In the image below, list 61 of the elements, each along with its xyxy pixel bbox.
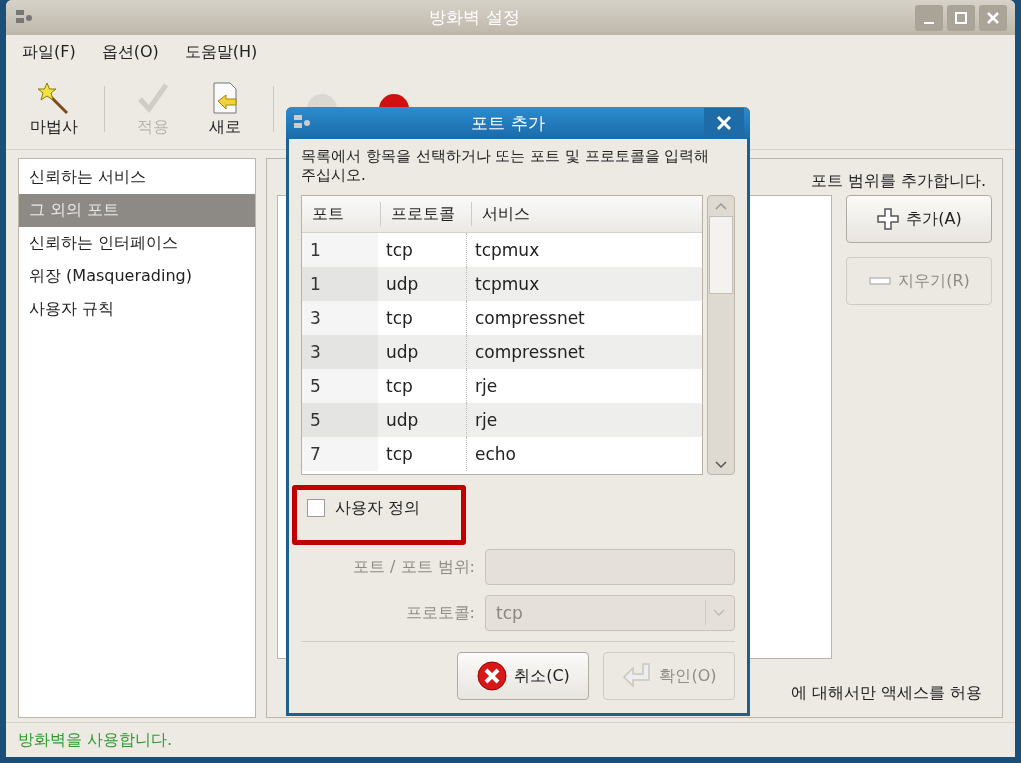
table-cell-text: echo	[474, 443, 517, 466]
wizard-tool[interactable]: 마법사	[20, 76, 88, 142]
magic-wand-icon	[37, 80, 71, 115]
table-row[interactable]: 1 udp tcpmux	[302, 267, 702, 301]
column-header[interactable]: 포트	[302, 202, 381, 226]
close-icon	[716, 115, 732, 131]
table-row[interactable]: 3 udp compressnet	[302, 335, 702, 369]
maximize-icon	[954, 10, 968, 25]
add-button[interactable]: 추가(A)	[846, 195, 992, 243]
table-row[interactable]: 5 udp rje	[302, 403, 702, 437]
table-cell-text: rje	[474, 409, 499, 432]
minimize-icon	[924, 21, 934, 24]
table-cell: 5	[302, 369, 378, 403]
reload-tool[interactable]: 새로	[193, 76, 257, 142]
status-bar: 방화벽을 사용합니다.	[6, 722, 1015, 757]
table-cell-text: compressnet	[474, 307, 586, 330]
table-cell: udp	[378, 335, 467, 369]
description-text: 포트 범위를 추가합니다.	[810, 170, 986, 192]
table-cell: 1	[302, 233, 378, 267]
table-cell: tcp	[378, 437, 467, 471]
access-note: 에 대해서만 액세스를 허용	[790, 682, 982, 704]
instruction-text: 목록에서 항목을 선택하거나 또는 포트 및 프로토콜을 입력해 주십시오.	[301, 147, 711, 185]
window-title: 방화벽 설정	[428, 6, 521, 29]
plus-icon	[876, 207, 901, 231]
scrollbar[interactable]	[707, 195, 735, 475]
table-cell: udp	[378, 267, 467, 301]
category-item[interactable]: 위장 (Masquerading)	[19, 260, 255, 293]
column-header[interactable]: 프로토콜	[381, 202, 472, 226]
maximize-button[interactable]	[947, 4, 975, 31]
table-cell-text: compressnet	[474, 341, 586, 364]
table-cell: 7	[302, 437, 378, 471]
cancel-icon	[476, 660, 509, 692]
custom-checkbox[interactable]: 사용자 정의	[301, 495, 421, 521]
close-button[interactable]	[979, 4, 1007, 31]
table-row[interactable]: 5 tcp rje	[302, 369, 702, 403]
category-item[interactable]: 사용자 규칙	[19, 293, 255, 326]
scrollbar-thumb[interactable]	[709, 216, 733, 294]
table-cell: 3	[302, 335, 378, 369]
table-cell: udp	[378, 403, 467, 437]
table-cell: 5	[302, 403, 378, 437]
table-cell-text: tcpmux	[474, 273, 541, 296]
menu-item[interactable]: 도움말(H)	[184, 41, 258, 63]
protocol-label: 프로토콜:	[404, 602, 475, 624]
menu-item[interactable]: 파일(F)	[22, 41, 76, 63]
table-row[interactable]: 7 tcp echo	[302, 437, 702, 471]
dialog-title: 포트 추가	[470, 111, 546, 135]
column-header[interactable]: 서비스	[472, 202, 702, 226]
port-range-label: 포트 / 포트 범위:	[351, 556, 475, 578]
table-cell-text: rje	[474, 375, 499, 398]
category-item[interactable]: 신뢰하는 인터페이스	[19, 227, 255, 260]
table-row[interactable]: 1 tcp tcpmux	[302, 233, 702, 267]
table-row[interactable]: 3 tcp compressnet	[302, 301, 702, 335]
close-icon	[986, 10, 1000, 25]
table-cell: 3	[302, 301, 378, 335]
category-item[interactable]: 신뢰하는 서비스	[19, 161, 255, 194]
cancel-button[interactable]: 취소(C)	[457, 652, 589, 700]
close-button[interactable]	[704, 108, 744, 138]
minimize-button[interactable]	[915, 4, 943, 31]
table-cell-text: tcpmux	[474, 239, 541, 262]
table-cell: 1	[302, 267, 378, 301]
menu-item[interactable]: 옵션(O)	[101, 41, 159, 63]
